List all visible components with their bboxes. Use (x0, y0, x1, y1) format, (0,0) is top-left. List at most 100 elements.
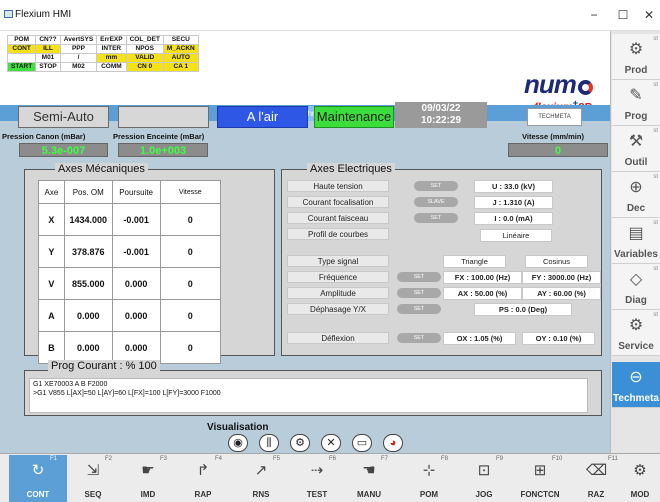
pression-enceinte-value: 1.0e+003 (118, 143, 208, 157)
pos-om: 0.000 (63, 331, 113, 364)
col-poursuite: Poursuite (111, 180, 161, 204)
poursuite: -0.001 (111, 203, 161, 236)
fkey-raz[interactable]: F11 ⌫ RAZ (567, 455, 625, 502)
fkey-label: MANU (357, 490, 381, 499)
fkey-mod[interactable]: ⚙ MOD (620, 455, 660, 502)
type-signal-y[interactable]: Cosinus (525, 255, 588, 268)
fkey-label: IMD (140, 490, 156, 499)
haute-tension-label: Haute tension (287, 180, 389, 192)
pression-enceinte-label: Pression Enceinte (mBar) (113, 132, 205, 141)
fkey-number: F1 (50, 456, 58, 462)
menu-label: Prod (624, 65, 648, 76)
status-mm: mm (96, 53, 127, 63)
visualisation-title: Visualisation (207, 422, 269, 433)
minimize-button[interactable]: − (583, 6, 605, 24)
app-icon (4, 10, 13, 18)
rap-icon: ↱ (196, 462, 210, 479)
maximize-button[interactable]: ☐ (612, 6, 634, 24)
screen-icon[interactable]: ▭ (352, 434, 372, 452)
menu-label: Service (618, 341, 654, 352)
fkey-label: RAP (194, 490, 212, 499)
status-cn: CN?? (35, 35, 61, 45)
axes-electriques-title: Axes Electriques (307, 163, 395, 175)
date-text: 09/03/22 (421, 103, 461, 114)
fkey-manu[interactable]: F7 ☚ MANU (340, 455, 398, 502)
amplitude-set-button[interactable]: SET (397, 288, 441, 298)
poursuite: -0.001 (111, 235, 161, 268)
num-swirl-icon[interactable]: ◕ (383, 434, 403, 452)
deflexion-label: Déflexion (287, 332, 389, 344)
haute-tension-value: U : 33.0 (kV) (474, 180, 553, 193)
logo-swirl-icon (577, 80, 593, 95)
menu-prod[interactable]: ⚙ st Prod (612, 34, 660, 80)
pom-icon: ⊹ (422, 462, 436, 479)
status-comm: COMM (96, 62, 127, 72)
table-row: B 0.000 0.000 0 (38, 331, 221, 364)
menu-service[interactable]: ⚙ st Service (612, 310, 660, 356)
fkey-seq[interactable]: F2 ⇲ SEQ (64, 455, 122, 502)
menu-label: Outil (624, 157, 648, 168)
dephasage-set-button[interactable]: SET (397, 304, 441, 314)
frequence-set-button[interactable]: SET (397, 272, 441, 282)
menu-label: Diag (625, 295, 647, 306)
status-pom: POM (6, 35, 37, 45)
amplitude-ax-value: AX : 50.00 (%) (443, 287, 522, 300)
fkey-number: F10 (552, 456, 563, 462)
fkey-number: F4 (215, 456, 223, 462)
techmeta-icon: ⊖ (629, 369, 643, 386)
menu-variables[interactable]: ▤ st Variables (612, 218, 660, 264)
deflexion-set-button[interactable]: SET (397, 333, 441, 343)
haute-tension-set-button[interactable]: SET (414, 181, 458, 191)
fkey-cont[interactable]: F1 ↻ CONT (9, 455, 67, 502)
axe-name: Y (38, 235, 65, 268)
tools-icon[interactable]: ✕ (321, 434, 341, 452)
status-avertsys: AvertSYS (59, 35, 98, 45)
menu-outil[interactable]: ⚒ st Outil (612, 126, 660, 172)
fkey-imd[interactable]: F3 ☛ IMD (119, 455, 177, 502)
close-button[interactable]: ✕ (638, 6, 660, 24)
menu-prog[interactable]: ✎ st Prog (612, 80, 660, 126)
courant-focalisation-slave-button[interactable]: SLAVE (414, 197, 458, 207)
mode-a-lair-button[interactable]: A l'air (217, 106, 308, 128)
fkey-test[interactable]: F6 ⇢ TEST (288, 455, 346, 502)
gauges-icon[interactable]: ⫼ (259, 434, 279, 452)
vitesse: 0 (159, 299, 221, 332)
imd-icon: ☛ (141, 462, 155, 479)
poursuite: 0.000 (111, 299, 161, 332)
status-m01: M01 (35, 53, 61, 63)
binoculars-icon[interactable]: ◉ (228, 434, 248, 452)
poursuite: 0.000 (111, 267, 161, 300)
mode-maintenance-button[interactable]: Maintenance (314, 106, 394, 128)
fkey-number: F8 (441, 456, 449, 462)
status-slash: / (59, 53, 98, 63)
fkey-rap[interactable]: F4 ↱ RAP (174, 455, 232, 502)
fkey-label: TEST (306, 490, 328, 499)
sup-mark: st (653, 128, 658, 134)
fkey-pom[interactable]: F8 ⊹ POM (400, 455, 458, 502)
profil-courbes-value[interactable]: Linéaire (480, 229, 552, 242)
type-signal-x[interactable]: Triangle (443, 255, 506, 268)
sup-mark: st (653, 220, 658, 226)
diag-icon: ◇ (629, 271, 643, 288)
fkey-jog[interactable]: F9 ⊡ JOG (455, 455, 513, 502)
menu-dec[interactable]: ⊕ st Dec (612, 172, 660, 218)
fkey-label: CONT (26, 490, 50, 499)
courant-focalisation-label: Courant focalisation (287, 196, 389, 208)
menu-techmeta[interactable]: ⊖ Techmeta (612, 362, 660, 408)
amplitude-label: Amplitude (287, 287, 389, 299)
menu-diag[interactable]: ◇ st Diag (612, 264, 660, 310)
poursuite: 0.000 (111, 331, 161, 364)
axes-mecaniques-title: Axes Mécaniques (55, 163, 148, 175)
courant-faisceau-set-button[interactable]: SET (414, 213, 458, 223)
num-logo: num (524, 69, 593, 100)
fkey-label: MOD (630, 490, 650, 499)
mode-blank-button[interactable] (118, 106, 209, 128)
fkey-fonctcn[interactable]: F10 ⊞ FONCTCN (511, 455, 569, 502)
fkey-rns[interactable]: F5 ↗ RNS (232, 455, 290, 502)
gears-icon: ⚙ (628, 41, 644, 58)
menu-label: Variables (614, 249, 658, 260)
mode-semi-auto-button[interactable]: Semi-Auto (18, 106, 109, 128)
settings-icon[interactable]: ⚙ (290, 434, 310, 452)
profil-courbes-label: Profil de courbes (287, 228, 389, 240)
fkey-number: F3 (160, 456, 168, 462)
